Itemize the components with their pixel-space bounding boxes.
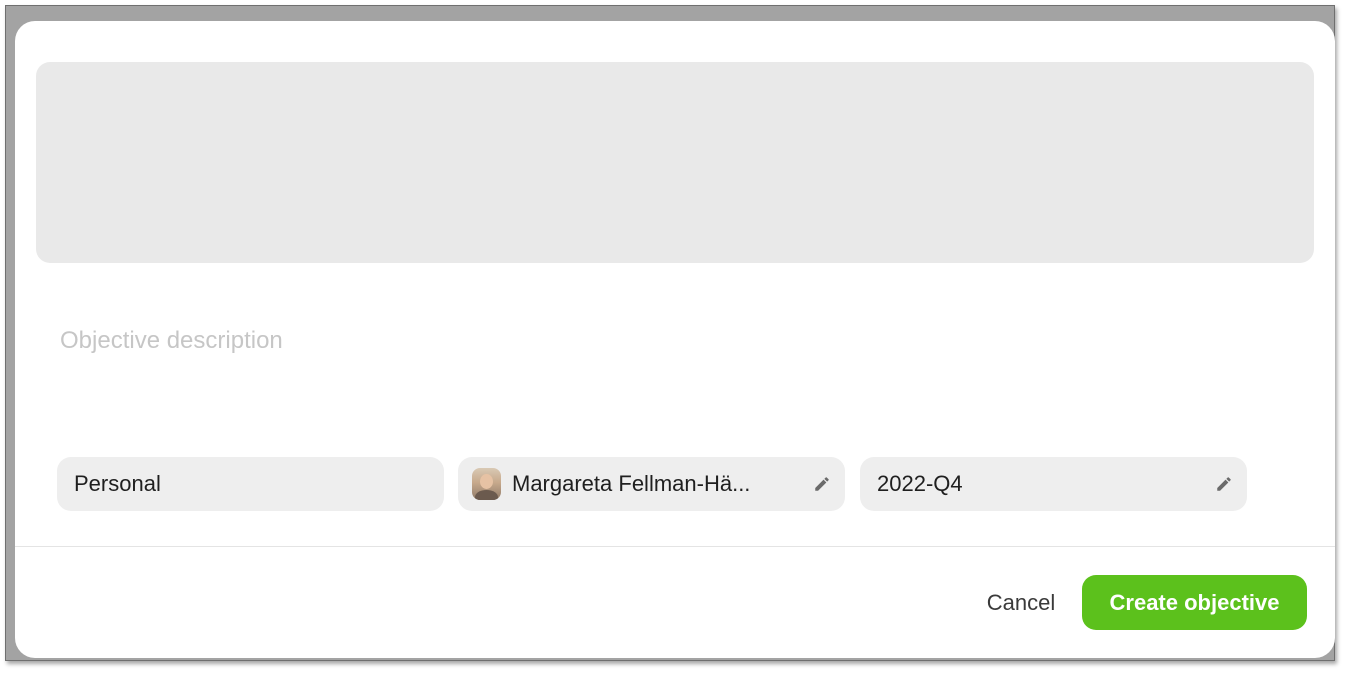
objective-description-input[interactable] [60, 327, 1290, 355]
objective-type-label: Personal [74, 471, 161, 496]
period-label: 2022-Q4 [877, 471, 963, 496]
pencil-icon[interactable] [811, 473, 833, 495]
create-objective-button[interactable]: Create objective [1082, 575, 1307, 630]
cover-image-placeholder[interactable] [36, 62, 1314, 263]
owner-chip[interactable]: Margareta Fellman-Hä... [458, 457, 845, 511]
pencil-icon[interactable] [1213, 473, 1235, 495]
cancel-button[interactable]: Cancel [971, 588, 1071, 618]
objective-type-chip[interactable]: Personal [57, 457, 444, 511]
window-frame: Personal Margareta Fellman-Hä... 2022-Q4… [5, 5, 1335, 661]
owner-name-label: Margareta Fellman-Hä... [512, 471, 751, 496]
period-chip[interactable]: 2022-Q4 [860, 457, 1247, 511]
footer-divider [15, 546, 1335, 547]
avatar [472, 468, 501, 500]
create-objective-dialog: Personal Margareta Fellman-Hä... 2022-Q4… [15, 21, 1335, 658]
